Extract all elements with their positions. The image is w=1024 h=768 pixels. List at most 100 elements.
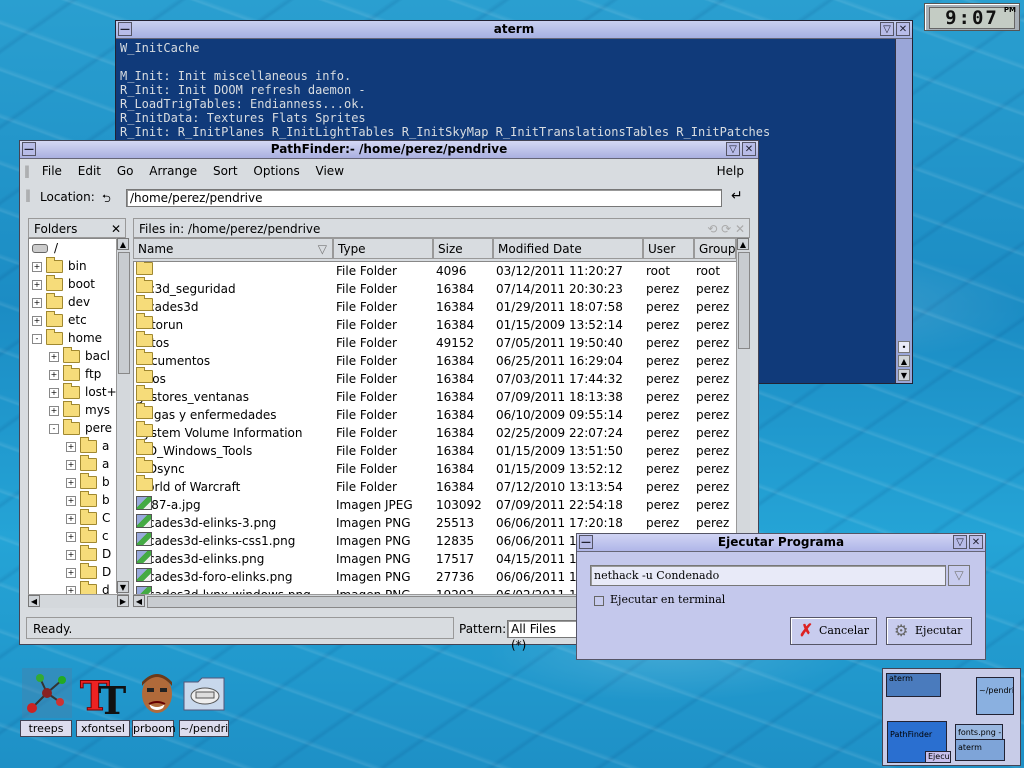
expand-icon[interactable]: + — [66, 441, 76, 452]
terminal-checkbox[interactable] — [594, 596, 604, 606]
terminal-output[interactable]: W_InitCache M_Init: Init miscellaneous i… — [120, 41, 770, 139]
scroll-thumb[interactable] — [738, 252, 750, 349]
expand-icon[interactable]: + — [66, 477, 76, 488]
tree-item[interactable]: + D — [66, 563, 111, 581]
scroll-thumb[interactable] — [147, 596, 629, 608]
expand-icon[interactable]: + — [66, 459, 76, 470]
menu-edit[interactable]: Edit — [72, 160, 107, 182]
tree-item[interactable]: + lost+ — [49, 383, 117, 401]
minimize-button[interactable]: ▽ — [880, 22, 894, 36]
close-panel-icon[interactable]: ✕ — [111, 219, 121, 239]
scroll-right-arrow[interactable]: ▶ — [117, 595, 129, 607]
tree-item[interactable]: + ftp — [49, 365, 101, 383]
pathfinder-titlebar[interactable]: — PathFinder:- /home/perez/pendrive ▽ ✕ — [20, 141, 758, 159]
scroll-left-arrow[interactable]: ◀ — [133, 595, 145, 607]
collapse-icon[interactable]: - — [32, 333, 42, 344]
pendrive-folder-icon[interactable] — [180, 668, 230, 718]
tree-item[interactable]: + C — [66, 509, 110, 527]
column-name[interactable]: Name ▽ — [133, 238, 333, 259]
tree-item[interactable]: + a — [66, 455, 109, 473]
minimize-button[interactable]: ▽ — [953, 535, 967, 549]
tree-item[interactable]: + c — [66, 527, 109, 545]
file-row[interactable]: WD_Windows_Tools File Folder 16384 01/15/20… — [134, 439, 737, 460]
file-row[interactable]: datosFile Folder4915207/05/2011 19:50:40… — [134, 331, 737, 352]
pager-window-pendri[interactable]: ~/pendri — [976, 677, 1014, 715]
tree-item[interactable]: + dev — [32, 293, 90, 311]
scroll-down-arrow[interactable]: ▼ — [117, 581, 129, 593]
run-dialog-titlebar[interactable]: — Ejecutar Programa ▽ ✕ — [577, 534, 985, 552]
pager-window-aterm2[interactable]: aterm — [955, 739, 1005, 761]
tree-item[interactable]: + bin — [32, 257, 87, 275]
expand-icon[interactable]: + — [49, 387, 59, 398]
prboom-icon[interactable] — [132, 668, 182, 718]
pattern-select[interactable]: All Files (*) — [507, 620, 577, 652]
file-row[interactable]: arc3d_seguridad File Folder 16384 07/14/201… — [134, 277, 737, 298]
desktop-pager[interactable]: aterm ~/pendri PathFinder fonts.png - at… — [882, 668, 1021, 766]
file-row[interactable]: documentos File Folder 16384 06/25/2011 16:… — [134, 349, 737, 370]
prboom-label[interactable]: prboom — [132, 720, 176, 737]
tree-item[interactable]: + d — [66, 581, 110, 594]
file-row[interactable]: gestores_ventanas File Folder 16384 07/09/2… — [134, 385, 737, 406]
expand-icon[interactable]: + — [32, 315, 42, 326]
menu-sort[interactable]: Sort — [207, 160, 244, 182]
tree-item[interactable]: - home — [32, 329, 102, 347]
tree-item[interactable]: + mys — [49, 401, 110, 419]
run-program-dialog[interactable]: — Ejecutar Programa ▽ ✕ nethack -u Conde… — [576, 533, 986, 660]
close-button[interactable]: ✕ — [742, 142, 756, 156]
expand-icon[interactable]: + — [49, 405, 59, 416]
scroll-left-arrow[interactable]: ◀ — [28, 595, 40, 607]
file-row[interactable]: fotosFile Folder1638407/03/2011 17:44:32… — [134, 367, 737, 388]
collapse-icon[interactable]: - — [49, 423, 59, 434]
xfontsel-icon[interactable]: T T — [78, 668, 128, 724]
expand-icon[interactable]: + — [49, 351, 59, 362]
tree-vertical-scrollbar[interactable]: ▲ ▼ — [116, 238, 130, 593]
column-user[interactable]: User — [643, 238, 694, 259]
pendrive-folder-label[interactable]: ~/pendri — [179, 720, 229, 737]
window-menu-button[interactable]: — — [118, 22, 132, 36]
expand-icon[interactable]: + — [66, 567, 76, 578]
menu-help[interactable]: Help — [711, 160, 750, 182]
close-button[interactable]: ✕ — [896, 22, 910, 36]
tree-item[interactable]: + b — [66, 491, 110, 509]
scroll-up-arrow[interactable]: ▲ — [898, 355, 910, 367]
expand-icon[interactable]: + — [66, 531, 76, 542]
scroll-up-arrow[interactable]: ▲ — [117, 238, 129, 250]
run-button[interactable]: ⚙ Ejecutar — [886, 617, 972, 645]
minimize-button[interactable]: ▽ — [726, 142, 740, 156]
treeps-label[interactable]: treeps — [20, 720, 72, 737]
tree-item[interactable]: + etc — [32, 311, 87, 329]
tree-horizontal-scrollbar[interactable]: ◀ ▶ — [28, 594, 129, 608]
column-group[interactable]: Group — [694, 238, 736, 259]
column-type[interactable]: Type — [333, 238, 433, 259]
tree-item[interactable]: / — [32, 239, 58, 257]
scroll-thumb[interactable]: • — [898, 341, 910, 353]
column-size[interactable]: Size — [433, 238, 493, 259]
cancel-button[interactable]: ✗ Cancelar — [790, 617, 877, 645]
command-history-dropdown[interactable]: ▽ — [948, 565, 970, 586]
tree-item[interactable]: + b — [66, 473, 110, 491]
file-row[interactable]: Plagas y enfermedades File Folder 16384 06/… — [134, 403, 737, 424]
scroll-up-arrow[interactable]: ▲ — [737, 238, 749, 250]
tree-item[interactable]: + boot — [32, 275, 95, 293]
menu-arrange[interactable]: Arrange — [143, 160, 203, 182]
tree-item[interactable]: + D — [66, 545, 111, 563]
expand-icon[interactable]: + — [49, 369, 59, 380]
file-row[interactable]: autorun File Folder 16384 01/15/2009 13:52:… — [134, 313, 737, 334]
expand-icon[interactable]: + — [32, 297, 42, 308]
expand-icon[interactable]: + — [66, 513, 76, 524]
file-row[interactable]: arcades3d-elinks-3.png Imagen PNG 25513 06/… — [134, 514, 737, 532]
expand-icon[interactable]: + — [32, 279, 42, 290]
pager-window-aterm[interactable]: aterm — [886, 673, 941, 697]
scroll-thumb[interactable] — [118, 252, 130, 374]
files-panel-controls-icon[interactable]: ⟲ ⟳ ✕ — [707, 219, 745, 239]
expand-icon[interactable]: + — [32, 261, 42, 272]
file-row[interactable]: WDsync File Folder 16384 01/15/2009 13:52:1… — [134, 457, 737, 478]
window-menu-button[interactable]: — — [579, 535, 593, 549]
menu-go[interactable]: Go — [111, 160, 140, 182]
menu-options[interactable]: Options — [247, 160, 305, 182]
tree-item[interactable]: + a — [66, 437, 109, 455]
terminal-checkbox-label[interactable]: Ejecutar en terminal — [610, 593, 725, 606]
tree-item[interactable]: + bacl — [49, 347, 110, 365]
xfontsel-label[interactable]: xfontsel — [76, 720, 130, 737]
terminal-scrollbar[interactable]: • ▲ ▼ — [895, 39, 912, 383]
